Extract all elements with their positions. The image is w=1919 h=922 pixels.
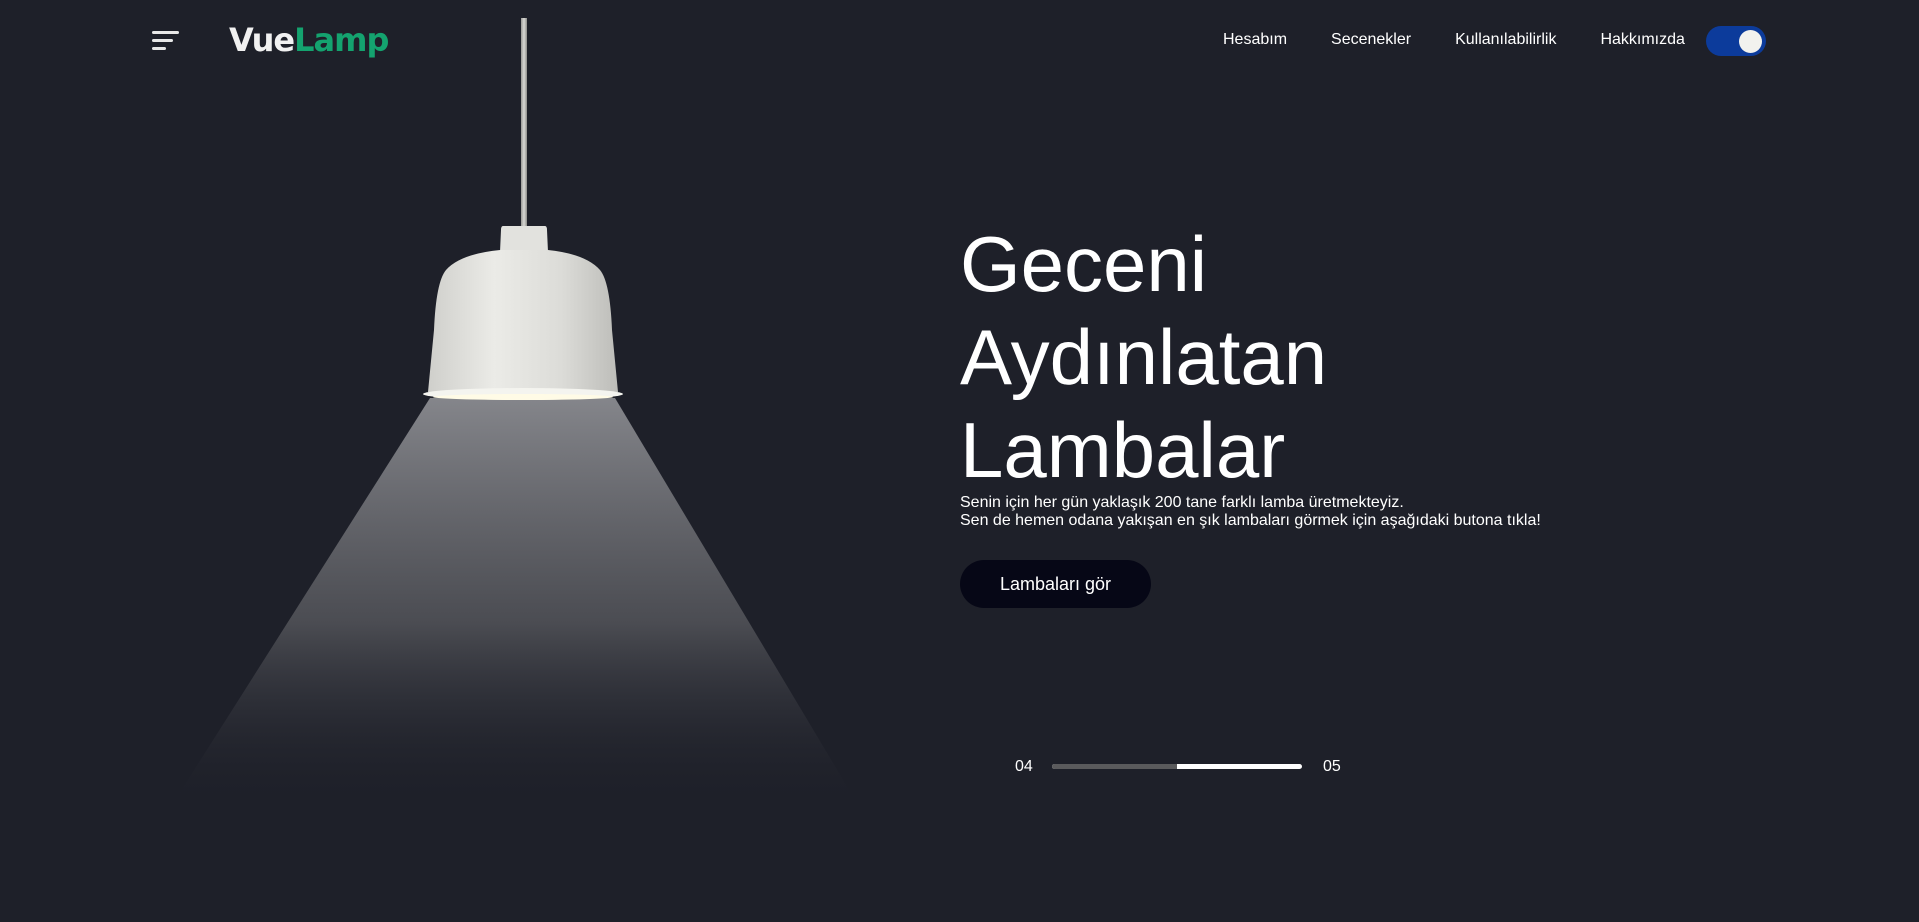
pendant-lamp-illustration bbox=[170, 18, 860, 808]
nav-link-secenekler[interactable]: Secenekler bbox=[1331, 28, 1411, 52]
hero-title-line: Aydınlatan bbox=[960, 313, 1328, 401]
nav-link-hakkimizda[interactable]: Hakkımızda bbox=[1600, 28, 1684, 52]
hero-subtitle-line: Senin için her gün yaklaşık 200 tane far… bbox=[960, 494, 1404, 511]
lamp-shade bbox=[428, 250, 618, 392]
main-nav: Hesabım Secenekler Kullanılabilirlik Hak… bbox=[1223, 28, 1685, 52]
hamburger-icon bbox=[152, 31, 179, 34]
lamp-cord bbox=[521, 18, 527, 226]
nav-link-hesabim[interactable]: Hesabım bbox=[1223, 28, 1287, 52]
hero-title-line: Geceni bbox=[960, 220, 1208, 308]
menu-button[interactable] bbox=[152, 28, 180, 56]
light-beam bbox=[170, 398, 860, 808]
hero-title-line: Lambalar bbox=[960, 406, 1286, 494]
hero-subtitle-line: Sen de hemen odana yakışan en şık lambal… bbox=[960, 512, 1541, 529]
theme-toggle[interactable] bbox=[1706, 26, 1766, 56]
nav-link-kullanilabilirlik[interactable]: Kullanılabilirlik bbox=[1455, 28, 1556, 52]
slide-progress-fill bbox=[1052, 764, 1177, 769]
see-lamps-button[interactable]: Lambaları gör bbox=[960, 560, 1151, 608]
hamburger-icon-line bbox=[152, 47, 166, 50]
hamburger-icon-line bbox=[152, 39, 173, 42]
hero-subtitle: Senin için her gün yaklaşık 200 tane far… bbox=[960, 494, 1541, 530]
logo[interactable]: VueLamp bbox=[229, 20, 389, 60]
lamp-bulb-glow bbox=[433, 394, 613, 400]
hero-title: Geceni Aydınlatan Lambalar bbox=[960, 218, 1327, 497]
page: VueLamp Hesabım Secenekler Kullanılabili… bbox=[0, 0, 1919, 922]
pager-current: 04 bbox=[1015, 758, 1033, 775]
logo-lamp: Lamp bbox=[294, 21, 389, 59]
lamp-cap bbox=[500, 226, 548, 252]
logo-vue: Vue bbox=[229, 21, 295, 59]
pager-total: 05 bbox=[1323, 758, 1341, 775]
slide-progress-bar[interactable] bbox=[1052, 764, 1302, 769]
toggle-knob bbox=[1739, 30, 1762, 53]
